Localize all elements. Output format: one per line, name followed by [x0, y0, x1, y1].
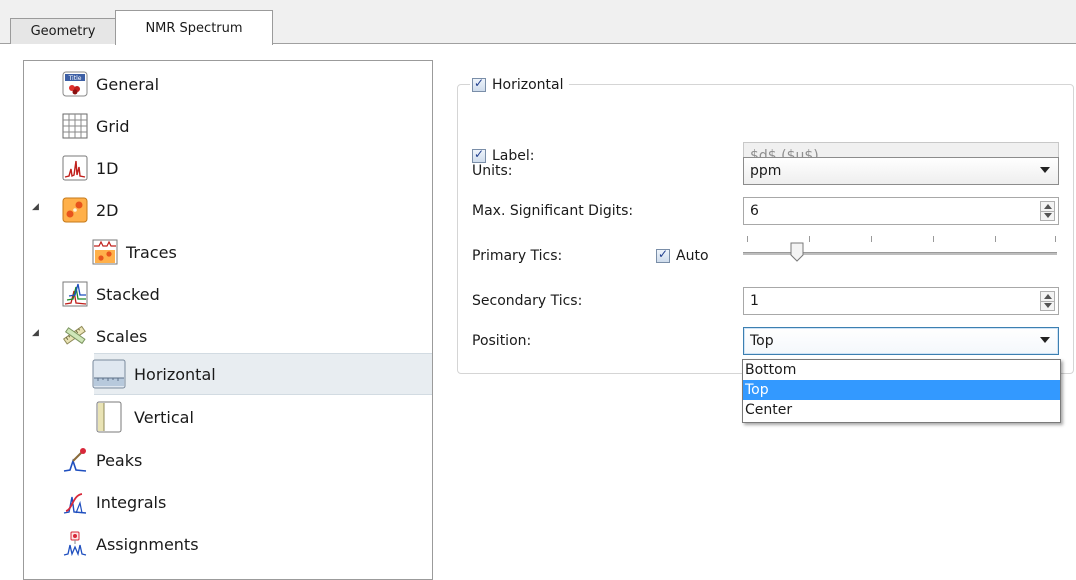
tree-item-scales[interactable]: Scales	[62, 319, 147, 353]
horizontal-group-label: Horizontal	[492, 77, 564, 93]
tree-item-label: Scales	[96, 326, 148, 346]
units-caption: Units:	[472, 163, 513, 179]
slider-thumb[interactable]	[790, 242, 804, 262]
tree-item-label: Assignments	[96, 534, 199, 554]
tree-item-peaks[interactable]: Peaks	[62, 443, 142, 477]
title-icon: Title	[62, 71, 88, 97]
tree-item-stacked[interactable]: Stacked	[62, 277, 160, 311]
spin-up-icon[interactable]	[1044, 204, 1052, 209]
tab-geometry-label: Geometry	[30, 24, 96, 39]
secondary-tics-value: 1	[750, 293, 759, 309]
tree-item-label: Integrals	[96, 492, 167, 512]
secondary-spin-buttons[interactable]	[1040, 291, 1055, 311]
tree-item-integrals[interactable]: Integrals	[62, 485, 166, 519]
horizontal-group-title[interactable]: Horizontal	[470, 74, 570, 96]
position-option-bottom[interactable]: Bottom	[743, 360, 1060, 380]
position-caption: Position:	[472, 333, 532, 349]
tree-item-assignments[interactable]: Assignments	[62, 527, 199, 561]
tree-item-horizontal[interactable]: Horizontal	[92, 357, 216, 391]
auto-checkbox[interactable]	[656, 247, 670, 263]
traces-icon	[92, 239, 118, 265]
vertical-scale-icon	[92, 401, 126, 433]
auto-row[interactable]: Auto	[656, 242, 709, 270]
units-dropdown[interactable]: ppm	[743, 157, 1059, 185]
tree-item-2d[interactable]: 2D	[62, 193, 119, 227]
stacked-icon	[62, 281, 88, 307]
spectrum-2d-icon	[62, 197, 88, 223]
tree-item-label: 1D	[96, 158, 119, 178]
digits-spinbox[interactable]: 6	[743, 197, 1059, 225]
tree-item-grid[interactable]: Grid	[62, 109, 130, 143]
position-options-list[interactable]: Bottom Top Center	[742, 359, 1061, 423]
peaks-icon	[62, 447, 88, 473]
chevron-down-icon	[1040, 167, 1050, 173]
tab-nmr-spectrum-label: NMR Spectrum	[145, 20, 243, 36]
secondary-tics-caption: Secondary Tics:	[472, 293, 583, 309]
tree-item-vertical[interactable]: Vertical	[92, 399, 194, 435]
digits-caption: Max. Significant Digits:	[472, 203, 634, 219]
position-option-center[interactable]: Center	[743, 400, 1060, 420]
tree-item-label: Vertical	[134, 407, 194, 427]
tree-item-traces[interactable]: Traces	[92, 235, 177, 269]
settings-tree[interactable]: Title General Grid 1D ◢ 2D Traces Stacke…	[23, 60, 433, 580]
primary-tics-caption: Primary Tics:	[472, 248, 563, 264]
position-dropdown[interactable]: Top	[743, 327, 1059, 355]
horizontal-scale-icon	[92, 359, 126, 389]
tab-geometry[interactable]: Geometry	[10, 18, 116, 44]
spin-down-icon[interactable]	[1044, 213, 1052, 218]
auto-caption: Auto	[676, 248, 709, 264]
digits-spin-buttons[interactable]	[1040, 201, 1055, 221]
tree-item-label: Stacked	[96, 284, 160, 304]
spin-up-icon[interactable]	[1044, 294, 1052, 299]
scales-icon	[62, 323, 88, 349]
svg-text:Title: Title	[68, 75, 82, 82]
tree-item-label: Horizontal	[134, 364, 216, 384]
primary-tics-slider[interactable]	[741, 230, 1061, 270]
spectrum-1d-icon	[62, 155, 88, 181]
tree-item-general[interactable]: Title General	[62, 67, 159, 101]
tree-item-label: Grid	[96, 116, 130, 136]
digits-value: 6	[750, 203, 759, 219]
position-option-top[interactable]: Top	[743, 380, 1060, 400]
integrals-icon	[62, 489, 88, 515]
secondary-tics-spinbox[interactable]: 1	[743, 287, 1059, 315]
tree-item-label: 2D	[96, 200, 119, 220]
position-value: Top	[750, 333, 774, 349]
expand-2d-arrow-icon[interactable]: ◢	[32, 202, 39, 212]
tree-item-label: Peaks	[96, 450, 143, 470]
tab-nmr-spectrum[interactable]: NMR Spectrum	[115, 10, 273, 45]
tree-item-label: Traces	[126, 242, 177, 262]
units-value: ppm	[750, 163, 782, 179]
spin-down-icon[interactable]	[1044, 303, 1052, 308]
chevron-down-icon	[1040, 337, 1050, 343]
tree-item-label: General	[96, 74, 160, 94]
assignments-icon	[62, 531, 88, 557]
grid-icon	[62, 113, 88, 139]
tree-item-1d[interactable]: 1D	[62, 151, 119, 185]
horizontal-enabled-checkbox[interactable]	[472, 76, 486, 92]
expand-scales-arrow-icon[interactable]: ◢	[32, 328, 39, 338]
